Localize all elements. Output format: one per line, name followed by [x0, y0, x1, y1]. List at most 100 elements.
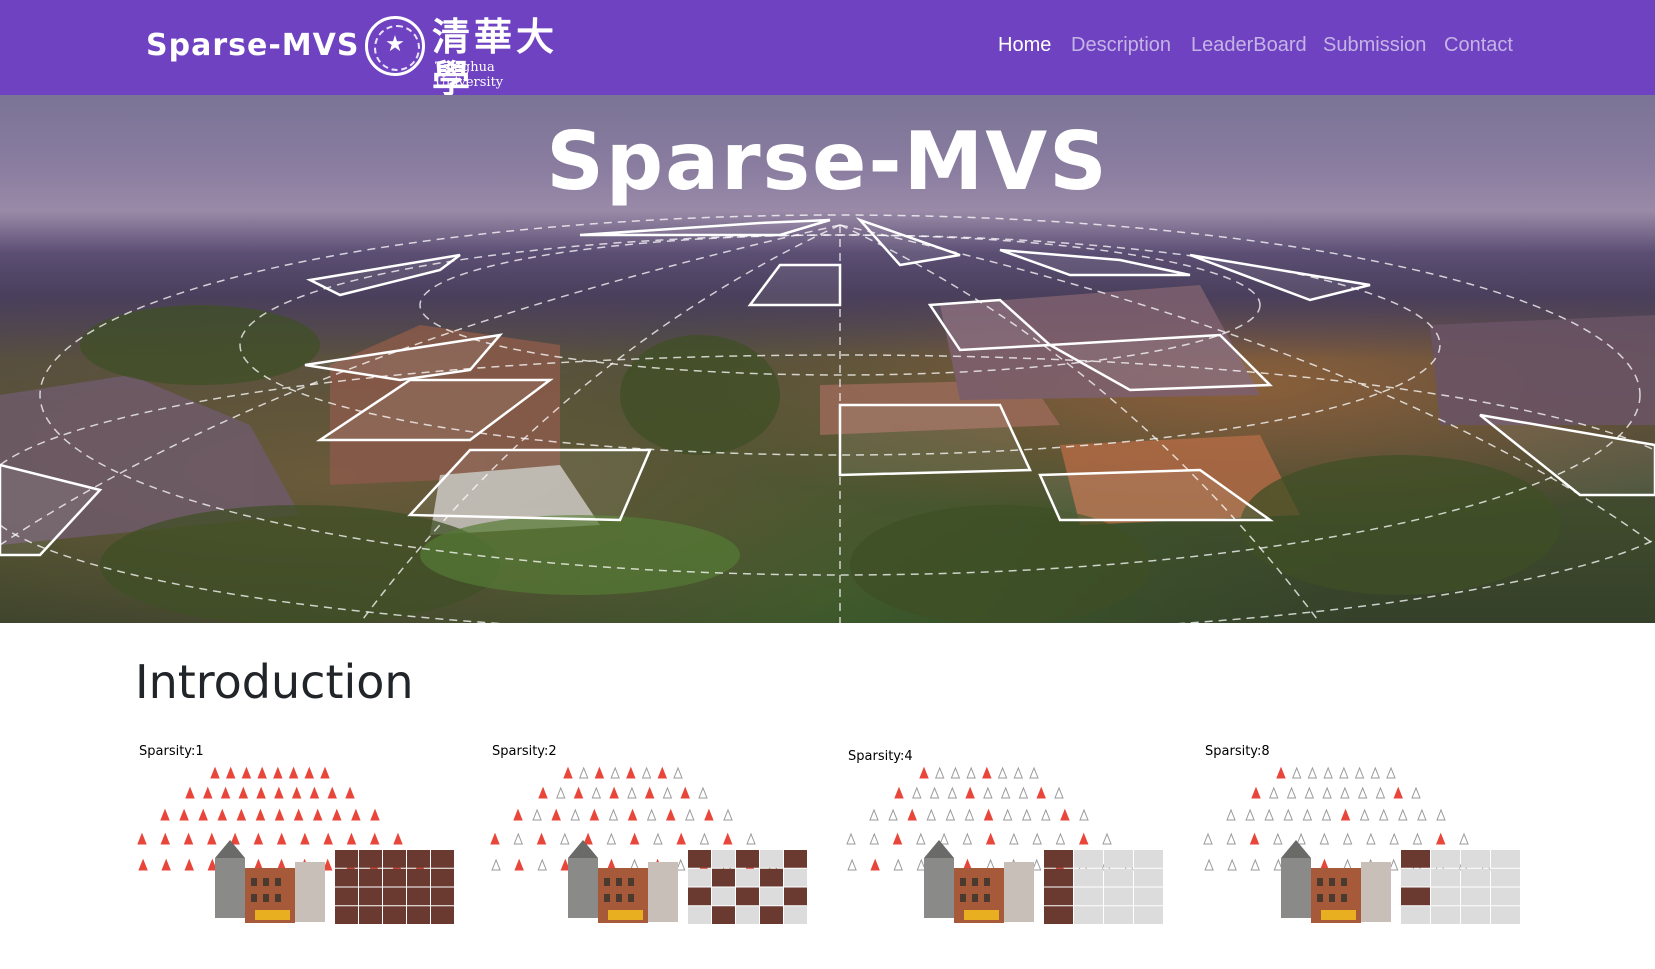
camera-marker-icon — [514, 858, 524, 871]
camera-marker-icon — [1250, 858, 1260, 871]
camera-marker-icon — [513, 808, 523, 821]
image-thumbnail — [1401, 868, 1430, 887]
sparsity-figure-8 — [1203, 766, 1520, 924]
camera-marker-icon — [220, 786, 231, 799]
camera-marker-icon — [985, 832, 996, 845]
camera-marker-icon — [1322, 786, 1332, 799]
camera-marker-icon — [312, 808, 323, 821]
image-thumbnail — [335, 887, 358, 906]
brand-logo-text[interactable]: Sparse-MVS — [146, 28, 359, 63]
camera-marker-icon — [1264, 808, 1274, 821]
camera-marker-icon — [746, 832, 756, 845]
camera-marker-icon — [1204, 858, 1214, 871]
camera-marker-icon — [641, 766, 652, 779]
nav-home[interactable]: Home — [998, 34, 1051, 57]
camera-marker-icon — [704, 808, 714, 821]
nav-description[interactable]: Description — [1071, 34, 1171, 57]
sparsity-panel-1: Sparsity:1 — [135, 740, 465, 950]
hero-banner: Sparse-MVS — [0, 95, 1655, 623]
camera-marker-icon — [1013, 766, 1024, 779]
image-thumbnail — [383, 906, 406, 924]
camera-marker-icon — [556, 786, 566, 799]
camera-marker-icon — [274, 808, 285, 821]
camera-marker-icon — [869, 808, 879, 821]
camera-marker-icon — [1296, 832, 1306, 845]
image-thumbnail — [760, 850, 783, 868]
image-thumbnail — [383, 868, 406, 887]
camera-marker-icon — [207, 832, 217, 845]
camera-marker-icon — [606, 832, 617, 845]
camera-marker-icon — [1269, 786, 1279, 799]
camera-marker-icon — [183, 832, 194, 845]
image-thumbnail — [383, 887, 406, 906]
camera-marker-icon — [161, 858, 171, 871]
image-thumbnail — [1431, 868, 1460, 887]
camera-marker-icon — [573, 786, 584, 799]
image-thumbnail — [1461, 906, 1490, 924]
camera-marker-icon — [1021, 808, 1032, 821]
camera-marker-icon — [680, 786, 690, 799]
camera-marker-icon — [160, 832, 171, 845]
image-thumbnail — [1074, 868, 1103, 887]
camera-marker-icon — [629, 832, 640, 845]
camera-marker-icon — [847, 858, 857, 871]
building-model — [1281, 840, 1391, 923]
camera-marker-icon — [537, 858, 547, 871]
image-thumbnail — [431, 868, 454, 887]
camera-marker-icon — [912, 786, 922, 799]
image-thumbnail — [359, 868, 382, 887]
camera-marker-icon — [332, 808, 342, 821]
image-thumbnail — [1491, 850, 1520, 868]
camera-marker-icon — [300, 832, 310, 845]
image-thumbnail — [1074, 850, 1103, 868]
image-thumbnail — [1401, 906, 1430, 924]
camera-marker-icon — [653, 832, 663, 845]
image-thumbnail — [1044, 868, 1073, 887]
sparsity-figure-2 — [490, 766, 807, 924]
tsinghua-logo[interactable]: 清華大學 Tsinghua University — [365, 16, 561, 100]
nav-leaderboard[interactable]: LeaderBoard — [1191, 34, 1307, 57]
image-thumbnail — [431, 906, 454, 924]
image-thumbnail — [359, 887, 382, 906]
camera-marker-icon — [238, 786, 249, 799]
image-thumbnail — [1431, 887, 1460, 906]
image-thumbnail — [784, 887, 807, 906]
camera-marker-icon — [846, 832, 856, 845]
hero-title: Sparse-MVS — [546, 115, 1109, 208]
camera-marker-icon — [676, 832, 686, 845]
camera-marker-icon — [323, 832, 333, 845]
camera-marker-icon — [203, 786, 213, 799]
camera-marker-icon — [934, 766, 945, 779]
camera-marker-icon — [1323, 766, 1333, 779]
image-thumbnail — [736, 850, 759, 868]
image-thumbnail — [335, 868, 358, 887]
camera-marker-icon — [253, 832, 264, 845]
camera-marker-icon — [723, 808, 733, 821]
sparsity-panel-8: Sparsity:8 — [1201, 740, 1531, 950]
camera-marker-icon — [646, 808, 657, 821]
image-thumbnail — [1074, 887, 1103, 906]
camera-marker-icon — [1276, 766, 1286, 779]
image-thumbnail — [1491, 887, 1520, 906]
camera-marker-icon — [320, 766, 330, 779]
introduction-heading: Introduction — [135, 655, 414, 709]
camera-marker-icon — [1357, 786, 1368, 799]
camera-marker-icon — [1251, 786, 1261, 799]
image-thumbnail — [431, 850, 454, 868]
image-thumbnail — [1461, 850, 1490, 868]
image-thumbnail — [383, 850, 406, 868]
sparsity-panel-2: Sparsity:2 — [488, 740, 818, 950]
camera-marker-icon — [894, 786, 904, 799]
camera-marker-icon — [870, 858, 880, 871]
camera-marker-icon — [1386, 766, 1396, 779]
camera-marker-icon — [627, 808, 638, 821]
camera-marker-icon — [309, 786, 320, 799]
camera-marker-icon — [304, 766, 315, 779]
nav-submission[interactable]: Submission — [1323, 34, 1426, 57]
camera-marker-icon — [673, 766, 683, 779]
nav-contact[interactable]: Contact — [1444, 34, 1513, 57]
image-thumbnail — [688, 850, 711, 868]
image-thumbnail — [688, 887, 711, 906]
camera-marker-icon — [1459, 832, 1469, 845]
camera-marker-icon — [370, 808, 380, 821]
